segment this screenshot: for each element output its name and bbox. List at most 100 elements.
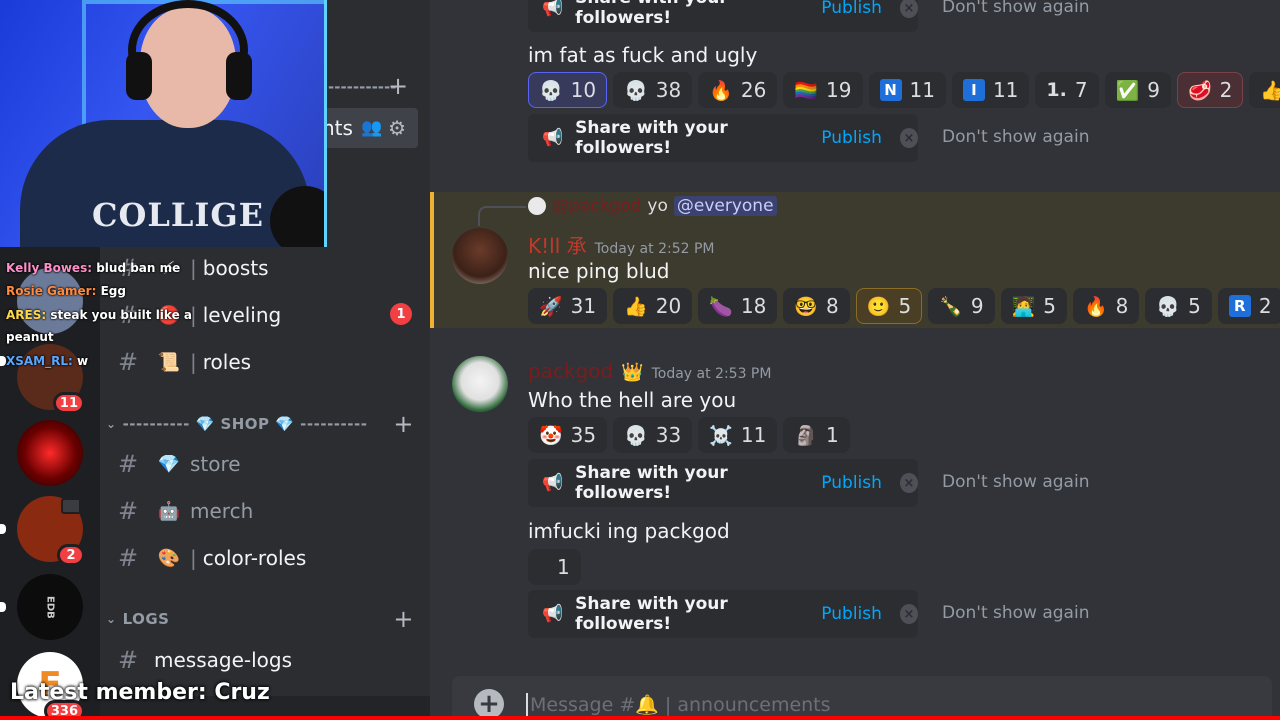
megaphone-icon: 📢 <box>542 604 564 624</box>
reaction-button[interactable]: 🗿 1 <box>783 417 850 453</box>
reaction-button[interactable]: 🙂 5 <box>855 288 923 324</box>
publish-link[interactable]: Publish <box>821 128 882 148</box>
close-icon[interactable]: × <box>899 604 918 624</box>
hash-icon: # <box>118 348 139 376</box>
publish-link[interactable]: Publish <box>821 604 882 624</box>
chevron-down-icon: ⌄ <box>106 417 117 431</box>
username[interactable]: packgod <box>528 359 613 383</box>
reply-avatar <box>528 197 546 215</box>
thumbs-up-icon: 👍 <box>624 295 648 318</box>
reaction-bar: 💀10 💀38 🔥26 🏳️‍🌈19 N11 I11 1.7 ✅9 🥩2 👍9 <box>528 72 1280 108</box>
bottle-icon: 🍾 <box>939 295 963 318</box>
message-header: packgod 👑 Today at 2:53 PM <box>528 359 771 383</box>
server-badge: 11 <box>52 392 85 414</box>
category-header[interactable]: ----------- + <box>328 72 408 100</box>
reaction-button[interactable]: 🏳️‍🌈 19 <box>783 72 863 108</box>
reply-connector <box>478 206 526 226</box>
message-composer[interactable]: + Message #🔔 | announcements <box>452 676 1272 720</box>
reaction-button[interactable]: 1 <box>528 549 581 585</box>
reaction-button[interactable]: 🧑‍💻 5 <box>1000 288 1067 324</box>
channel-item-message-logs[interactable]: # message-logs <box>118 641 418 679</box>
server-icon[interactable]: 2 <box>17 496 85 566</box>
number-one-icon: 1. <box>1046 79 1067 101</box>
server-icon[interactable]: EDB <box>17 574 83 640</box>
dont-show-again-link[interactable]: Don't show again <box>942 127 1089 147</box>
add-attachment-button[interactable]: + <box>474 689 504 719</box>
rocket-icon: 🚀 <box>539 295 563 318</box>
screen-share-icon <box>61 498 81 514</box>
message-header: K!ll 承 Today at 2:52 PM <box>528 230 714 259</box>
publish-link[interactable]: Publish <box>821 473 882 493</box>
reaction-button[interactable]: 🍆 18 <box>698 288 778 324</box>
skull-icon: 💀 <box>624 424 648 447</box>
reaction-button[interactable]: ✅ 9 <box>1104 72 1171 108</box>
share-followers-bar: 📢 Share with your followers! Publish × <box>528 459 918 507</box>
reaction-button[interactable]: 🤡 35 <box>528 417 608 453</box>
reaction-button[interactable]: N 11 <box>868 72 946 108</box>
server-icon[interactable] <box>17 420 83 486</box>
channel-item-merch[interactable]: # 🤖 merch <box>118 492 418 530</box>
reaction-button[interactable]: R2 <box>1217 288 1280 324</box>
channel-item-announcements[interactable]: nts 👥 ⚙ <box>322 108 418 148</box>
unread-pill <box>0 602 6 612</box>
video-progress-bar <box>0 716 1280 720</box>
stream-chat-line: Rosie Gamer: Egg <box>6 284 126 298</box>
reaction-button[interactable]: ☠️ 11 <box>698 417 778 453</box>
reaction-button[interactable]: 🚀 31 <box>528 288 608 324</box>
reply-preview[interactable]: @packgod yo @everyone <box>528 196 777 216</box>
add-channel-icon[interactable]: + <box>393 605 414 633</box>
reaction-button[interactable]: 💀 33 <box>613 417 693 453</box>
thumbs-up-icon: 👍 <box>1260 79 1280 102</box>
reaction-button[interactable]: 🥩 2 <box>1177 72 1244 108</box>
timestamp: Today at 2:53 PM <box>651 366 772 382</box>
close-icon[interactable]: × <box>899 128 918 148</box>
publish-link[interactable]: Publish <box>821 0 882 18</box>
add-channel-icon[interactable]: + <box>388 72 408 100</box>
dont-show-again-link[interactable]: Don't show again <box>942 603 1089 623</box>
reaction-button[interactable]: 🍾 9 <box>928 288 995 324</box>
reaction-button[interactable]: 🔥 26 <box>698 72 778 108</box>
channel-item-store[interactable]: # 💎 store <box>118 445 418 483</box>
reaction-button[interactable]: 1. 7 <box>1035 72 1099 108</box>
nerd-face-icon: 🤓 <box>794 295 819 318</box>
channel-item-color-roles[interactable]: # 🎨 | color-roles <box>118 539 418 577</box>
reaction-bar: 1 <box>528 549 581 585</box>
close-icon[interactable]: × <box>899 0 918 18</box>
hash-icon: # <box>118 450 139 478</box>
gear-icon[interactable]: ⚙ <box>388 116 406 140</box>
category-logs[interactable]: ⌄ LOGS + <box>106 605 414 633</box>
gem-icon: 💎 <box>157 453 181 475</box>
reaction-button[interactable]: 👍9 <box>1249 72 1280 108</box>
message-input[interactable]: Message #🔔 | announcements <box>526 692 831 716</box>
reaction-button[interactable]: 🔥 8 <box>1073 288 1140 324</box>
headphone-right <box>226 52 252 100</box>
message-text: Who the hell are you <box>528 388 737 412</box>
user-avatar[interactable] <box>452 228 508 284</box>
robot-icon: 🤖 <box>157 500 181 522</box>
username[interactable]: K!ll 承 <box>528 230 587 259</box>
channel-item-roles[interactable]: # 📜 | roles <box>118 343 418 381</box>
technologist-icon: 🧑‍💻 <box>1011 295 1036 318</box>
add-channel-icon[interactable]: + <box>393 410 414 438</box>
rainbow-flag-icon: 🏳️‍🌈 <box>794 79 819 102</box>
reaction-button[interactable]: 👍 20 <box>613 288 693 324</box>
reaction-button[interactable]: I 11 <box>951 72 1030 108</box>
user-avatar[interactable] <box>452 356 508 412</box>
reaction-button[interactable]: 🤓 8 <box>783 288 850 324</box>
invite-icon[interactable]: 👥 <box>361 118 382 138</box>
everyone-mention[interactable]: @everyone <box>673 196 777 216</box>
dont-show-again-link[interactable]: Don't show again <box>942 0 1089 17</box>
moai-icon: 🗿 <box>794 424 819 447</box>
timestamp: Today at 2:52 PM <box>594 241 715 257</box>
reaction-button[interactable]: 💀 10 <box>528 72 608 108</box>
close-icon[interactable]: × <box>899 473 918 493</box>
latest-member-overlay: Latest member: Cruz <box>10 680 270 705</box>
headphone-left <box>126 52 152 100</box>
mention-badge: 1 <box>390 303 412 325</box>
steak-icon: 🥩 <box>1188 79 1212 102</box>
server-badge: 2 <box>57 544 85 566</box>
reaction-button[interactable]: 💀 38 <box>613 72 693 108</box>
category-shop[interactable]: ⌄ ---------- 💎 SHOP 💎 ---------- + <box>106 410 414 438</box>
reaction-button[interactable]: 💀 5 <box>1145 288 1212 324</box>
dont-show-again-link[interactable]: Don't show again <box>942 472 1089 492</box>
